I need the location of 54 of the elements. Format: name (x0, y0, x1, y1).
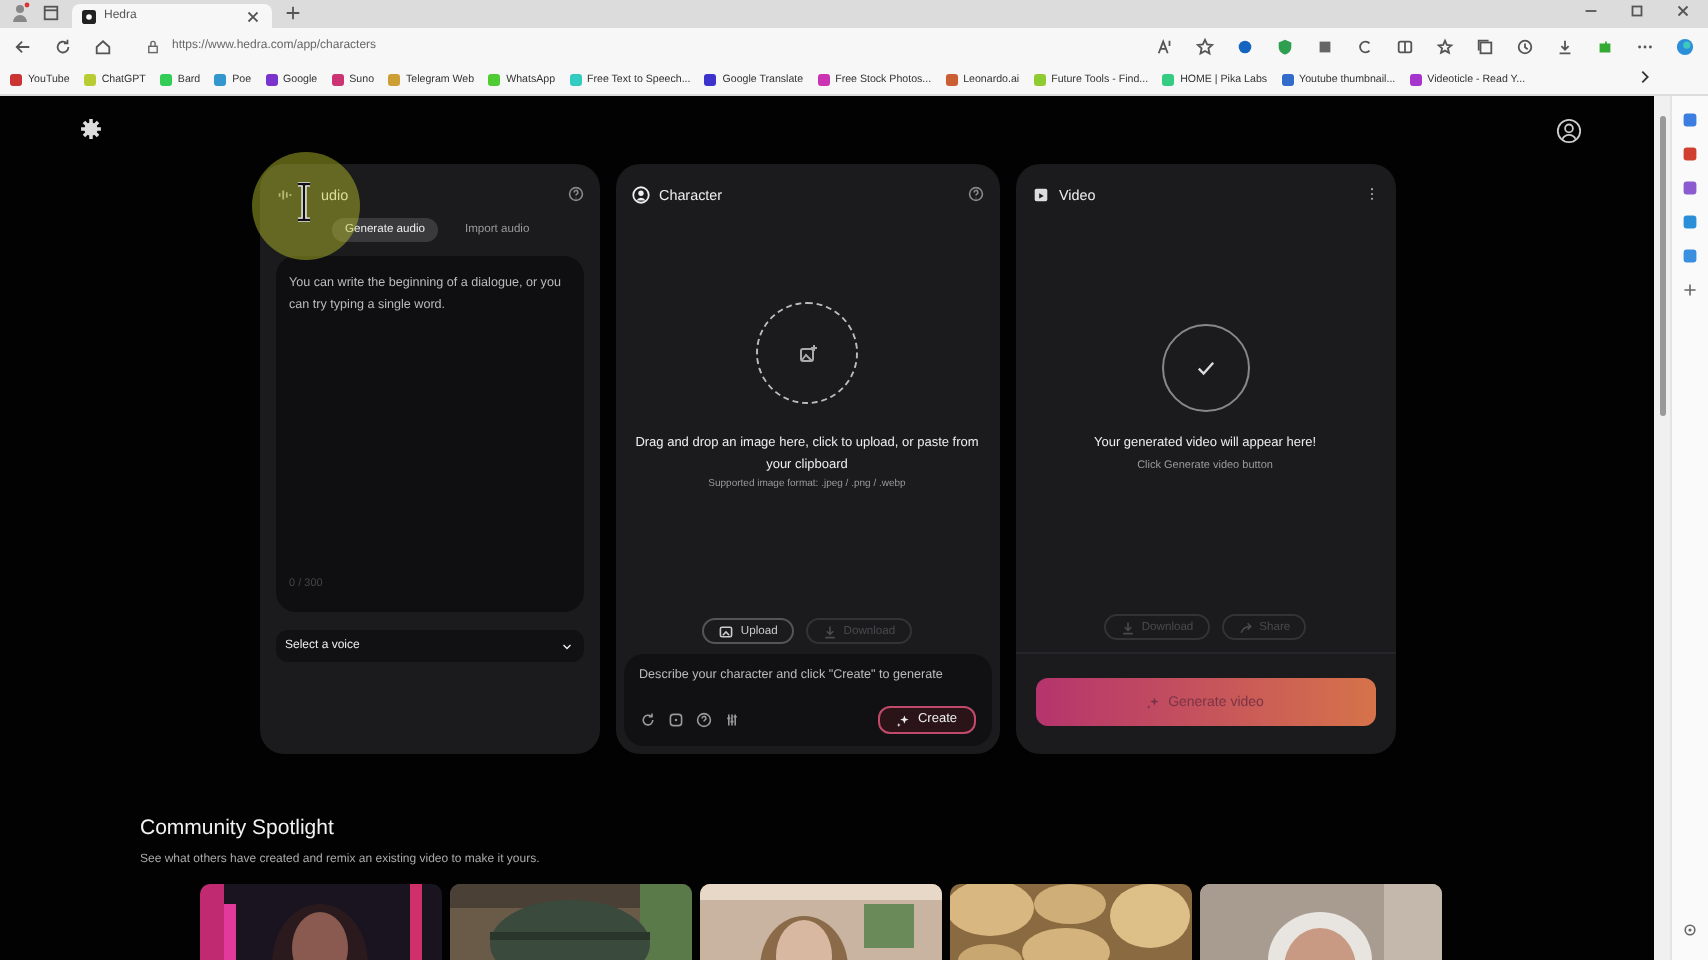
sliders-icon[interactable] (723, 712, 739, 728)
copilot-icon[interactable] (1676, 37, 1694, 55)
refresh-icon[interactable] (639, 712, 655, 728)
share-icon (1237, 619, 1254, 635)
sidebar-app-icon[interactable] (1682, 214, 1698, 230)
star-icon[interactable] (1196, 37, 1214, 55)
checkmark-icon (1193, 356, 1217, 380)
sidebar-app-icon[interactable] (1682, 180, 1698, 196)
sparkle-icon (1146, 695, 1161, 709)
image-drop-zone[interactable] (756, 302, 858, 404)
user-circle-icon (631, 185, 649, 203)
refresh-icon[interactable] (54, 37, 72, 55)
text-cursor-icon (294, 182, 314, 222)
split-screen-icon[interactable] (1396, 37, 1414, 55)
lock-icon (146, 39, 160, 53)
add-image-icon (797, 343, 817, 363)
waveform-icon (275, 185, 293, 203)
help-icon[interactable] (567, 186, 583, 202)
sidebar-app-icon[interactable] (1682, 146, 1698, 162)
download-icon (1119, 619, 1136, 635)
square-icon[interactable] (1316, 37, 1334, 55)
profile-icon[interactable] (10, 2, 30, 22)
help-icon[interactable] (695, 712, 711, 728)
favicon-icon (82, 9, 96, 23)
extensions-icon[interactable] (1596, 37, 1614, 55)
upload-icon (718, 623, 735, 639)
close-icon[interactable] (244, 7, 262, 25)
download-icon[interactable] (1556, 37, 1574, 55)
add-icon[interactable] (1682, 282, 1698, 298)
back-icon[interactable] (14, 37, 32, 55)
sidebar-app-icon[interactable] (1682, 112, 1698, 128)
history-icon[interactable] (1516, 37, 1534, 55)
help-icon[interactable] (967, 186, 983, 202)
favorites-icon[interactable] (1436, 37, 1454, 55)
sidebar-app-icon[interactable] (1682, 248, 1698, 264)
chevron-right-icon[interactable] (1636, 68, 1654, 86)
read-aloud-icon[interactable] (1156, 37, 1174, 55)
scrollbar[interactable] (1654, 96, 1670, 960)
maximize-icon[interactable] (1628, 2, 1646, 20)
download-icon (821, 623, 838, 639)
sparkle-icon (895, 713, 910, 727)
shield-icon[interactable] (1276, 37, 1294, 55)
home-icon[interactable] (94, 37, 112, 55)
c-icon[interactable] (1356, 37, 1374, 55)
extension-icon[interactable] (1236, 37, 1254, 55)
close-icon[interactable] (1674, 2, 1692, 20)
video-icon (1031, 185, 1049, 203)
dice-icon[interactable] (667, 712, 683, 728)
section-title: Community Spotlight (140, 816, 334, 840)
collections-icon[interactable] (1476, 37, 1494, 55)
tab-actions-icon[interactable] (42, 4, 60, 22)
user-icon[interactable] (1556, 118, 1582, 144)
new-tab-icon[interactable] (284, 4, 302, 22)
chevron-down-icon (559, 639, 573, 653)
